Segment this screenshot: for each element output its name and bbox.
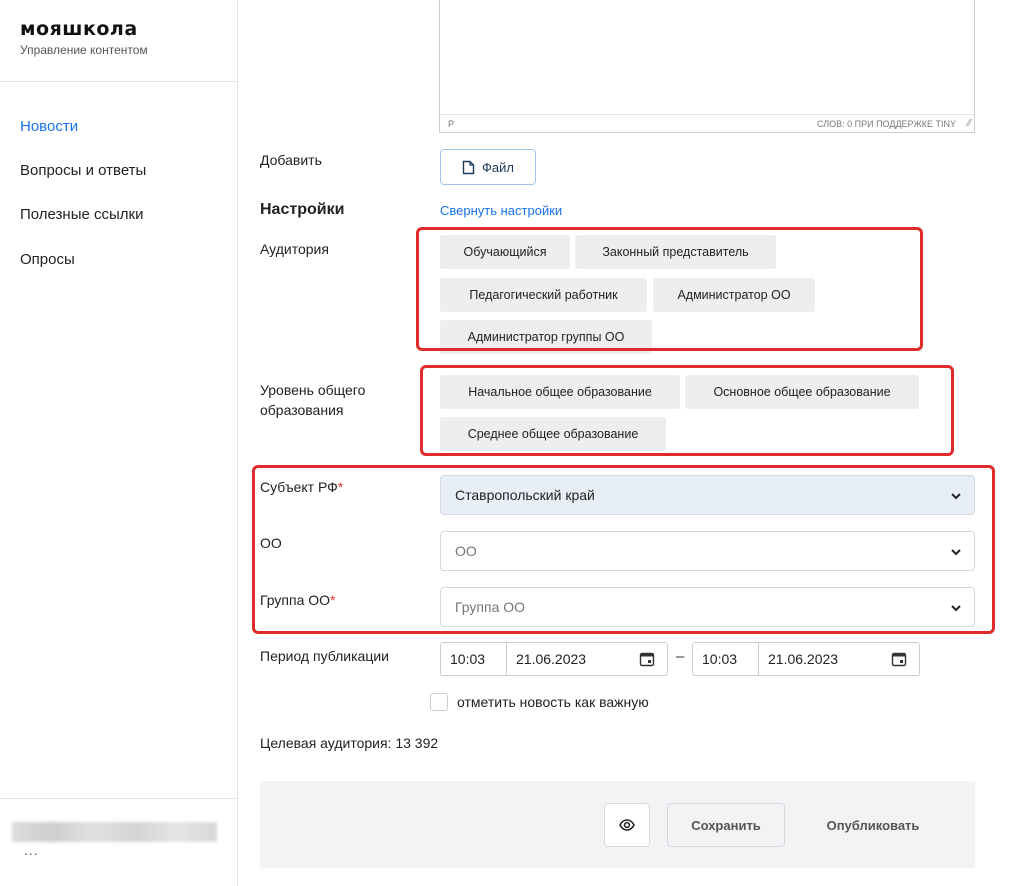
org-label: ОО xyxy=(260,535,282,551)
level-chip-basic[interactable]: Основное общее образование xyxy=(685,375,919,409)
eye-icon xyxy=(619,819,635,831)
calendar-icon[interactable] xyxy=(891,651,907,667)
audience-chip-parent[interactable]: Законный представитель xyxy=(575,235,776,269)
audience-label: Аудитория xyxy=(260,241,329,257)
group-select-placeholder: Группа ОО xyxy=(455,599,526,615)
education-level-label: Уровень общего образования xyxy=(260,382,366,418)
user-name-blurred xyxy=(12,822,217,842)
chevron-down-icon xyxy=(951,549,961,556)
target-audience-count: Целевая аудитория: 13 392 xyxy=(260,735,439,751)
region-select-value: Ставропольский край xyxy=(455,487,595,503)
audience-chip-group-admin[interactable]: Администратор группы ОО xyxy=(440,320,652,354)
period-from-input[interactable]: 10:03 21.06.2023 xyxy=(440,642,668,676)
important-checkbox-label[interactable]: отметить новость как важную xyxy=(457,694,649,710)
period-from-date[interactable]: 21.06.2023 xyxy=(507,643,586,675)
audience-chip-teacher[interactable]: Педагогический работник xyxy=(440,278,647,312)
add-file-button[interactable]: Файл xyxy=(440,149,536,185)
editor-wordcount: СЛОВ: 0 ПРИ ПОДДЕРЖКЕ TINY xyxy=(817,119,956,129)
level-chip-secondary[interactable]: Среднее общее образование xyxy=(440,417,666,451)
file-icon xyxy=(462,160,475,174)
region-select[interactable]: Ставропольский край xyxy=(440,475,975,515)
period-label: Период публикации xyxy=(260,648,389,664)
org-select[interactable]: ОО xyxy=(440,531,975,571)
settings-title: Настройки xyxy=(260,201,345,218)
org-select-placeholder: ОО xyxy=(455,543,477,559)
audience-chip-student[interactable]: Обучающийся xyxy=(440,235,570,269)
chevron-down-icon xyxy=(951,493,961,500)
sidebar-divider xyxy=(0,81,237,82)
rich-text-editor[interactable]: P СЛОВ: 0 ПРИ ПОДДЕРЖКЕ TINY ⁄⁄ xyxy=(439,0,975,133)
app-subtitle: Управление контентом xyxy=(20,43,148,57)
group-label: Группа ОО* xyxy=(260,590,336,610)
level-chip-primary[interactable]: Начальное общее образование xyxy=(440,375,680,409)
save-button[interactable]: Сохранить xyxy=(667,803,785,847)
period-dash: – xyxy=(676,648,685,665)
sidebar-item-links[interactable]: Полезные ссылки xyxy=(20,206,144,223)
collapse-settings-link[interactable]: Свернуть настройки xyxy=(440,203,562,218)
sidebar: мояшкола Управление контентом Новости Во… xyxy=(0,0,238,886)
preview-button[interactable] xyxy=(604,803,650,847)
user-menu-more[interactable]: ... xyxy=(24,842,39,858)
resize-grip-icon[interactable]: ⁄⁄ xyxy=(968,118,971,129)
add-file-label: Файл xyxy=(482,159,514,175)
important-checkbox[interactable] xyxy=(430,693,448,711)
period-to-time[interactable]: 10:03 xyxy=(693,643,759,675)
period-to-input[interactable]: 10:03 21.06.2023 xyxy=(692,642,920,676)
group-label-text: Группа ОО xyxy=(260,592,331,608)
group-select[interactable]: Группа ОО xyxy=(440,587,975,627)
editor-path: P xyxy=(448,119,455,129)
region-label: Субъект РФ* xyxy=(260,477,343,497)
app-logo[interactable]: мояшкола xyxy=(20,18,138,40)
calendar-icon[interactable] xyxy=(639,651,655,667)
required-mark: * xyxy=(330,592,336,608)
period-to-date[interactable]: 21.06.2023 xyxy=(759,643,838,675)
required-mark: * xyxy=(337,479,344,495)
editor-statusbar: P СЛОВ: 0 ПРИ ПОДДЕРЖКЕ TINY ⁄⁄ xyxy=(440,114,974,132)
audience-chip-admin[interactable]: Администратор ОО xyxy=(653,278,815,312)
chevron-down-icon xyxy=(951,605,961,612)
sidebar-footer-divider xyxy=(0,798,237,799)
period-from-time[interactable]: 10:03 xyxy=(441,643,507,675)
sidebar-item-faq[interactable]: Вопросы и ответы xyxy=(20,162,146,179)
add-label: Добавить xyxy=(260,152,322,168)
publish-button[interactable]: Опубликовать xyxy=(803,803,943,847)
sidebar-item-news[interactable]: Новости xyxy=(20,118,78,135)
sidebar-item-polls[interactable]: Опросы xyxy=(20,251,75,268)
region-label-text: Субъект РФ xyxy=(260,479,338,495)
